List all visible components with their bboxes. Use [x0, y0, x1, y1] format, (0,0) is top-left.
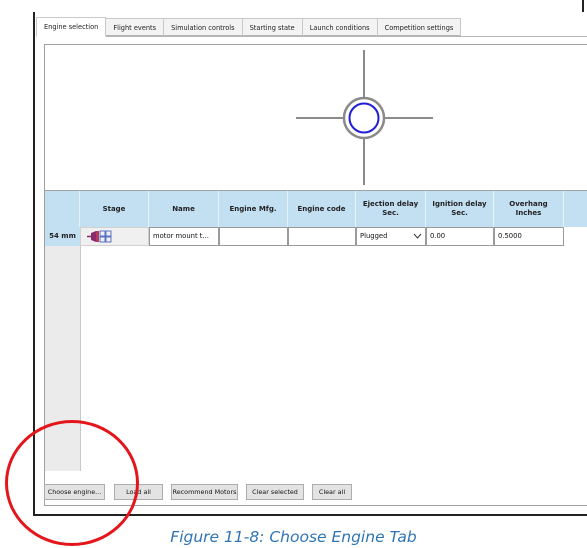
engine-table: Stage Name Engine Mfg. Engine code Eject…	[45, 191, 587, 471]
stage-cell[interactable]	[80, 227, 149, 246]
corner-header	[45, 191, 80, 227]
rocket-preview	[45, 45, 587, 191]
clear-selected-button[interactable]: Clear selected	[246, 484, 304, 500]
crosshair-icon	[296, 50, 433, 185]
ejection-delay-select[interactable]: Plugged	[356, 227, 426, 246]
tab-launch-conditions[interactable]: Launch conditions	[301, 18, 378, 36]
window-edge	[582, 0, 584, 12]
tab-bar: Engine selection Flight events Simulatio…	[36, 17, 462, 37]
choose-engine-button[interactable]: Choose engine...	[44, 484, 105, 500]
column-header-overhang: Overhang Inches	[494, 191, 564, 227]
engine-code-cell[interactable]	[288, 227, 356, 246]
column-header-engine-code: Engine code	[288, 191, 356, 227]
load-all-button[interactable]: Load all	[114, 484, 163, 500]
engine-mfg-cell[interactable]	[219, 227, 288, 246]
tab-competition-settings[interactable]: Competition settings	[376, 18, 462, 36]
header-filler	[564, 191, 587, 227]
tab-starting-state[interactable]: Starting state	[241, 18, 303, 36]
motor-stage-icon	[87, 230, 112, 243]
clear-all-button[interactable]: Clear all	[312, 484, 352, 500]
tab-flight-events[interactable]: Flight events	[105, 18, 165, 36]
column-header-name: Name	[149, 191, 219, 227]
table-row[interactable]: 54 mm motor mount t... Plugged 0.00 0.50…	[45, 227, 587, 246]
table-header: Stage Name Engine Mfg. Engine code Eject…	[45, 191, 587, 227]
tab-divider	[36, 36, 587, 37]
tab-simulation-controls[interactable]: Simulation controls	[163, 18, 243, 36]
figure-caption: Figure 11-8: Choose Engine Tab	[170, 528, 417, 546]
name-cell[interactable]: motor mount t...	[149, 227, 219, 246]
column-header-ejection-delay: Ejection delay Sec.	[356, 191, 426, 227]
engine-selection-panel: Stage Name Engine Mfg. Engine code Eject…	[44, 44, 587, 506]
ignition-delay-cell[interactable]: 0.00	[426, 227, 494, 246]
column-header-stage: Stage	[80, 191, 149, 227]
row-label: 54 mm	[45, 227, 80, 246]
overhang-cell[interactable]: 0.5000	[494, 227, 564, 246]
chevron-down-icon	[413, 233, 422, 239]
column-header-ignition-delay: Ignition delay Sec.	[426, 191, 494, 227]
column-header-engine-mfg: Engine Mfg.	[219, 191, 288, 227]
tab-engine-selection[interactable]: Engine selection	[36, 17, 107, 37]
ejection-delay-value: Plugged	[360, 232, 388, 240]
recommend-motors-button[interactable]: Recommend Motors	[171, 484, 238, 500]
